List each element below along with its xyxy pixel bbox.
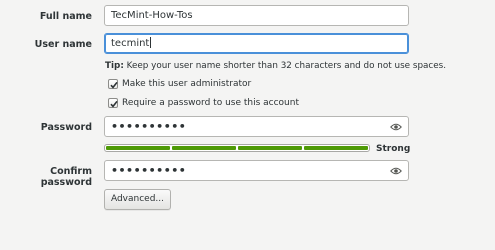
require-password-checkbox-label: Require a password to use this account: [122, 98, 299, 108]
strength-segment: [238, 146, 302, 150]
password-field[interactable]: ••••••••••: [104, 116, 409, 137]
strength-segment: [304, 146, 368, 150]
checkmark-icon: [110, 81, 118, 89]
eye-icon[interactable]: [390, 122, 402, 132]
password-strength-bar: [104, 144, 370, 152]
confirm-password-field[interactable]: ••••••••••: [104, 160, 409, 181]
password-value: ••••••••••: [111, 120, 187, 133]
advanced-button[interactable]: Advanced...: [104, 189, 171, 210]
password-strength-label: Strong: [376, 144, 411, 154]
strength-segment: [172, 146, 236, 150]
full-name-label: Full name: [39, 11, 92, 22]
user-name-field[interactable]: tecmint: [104, 33, 409, 54]
confirm-password-value: ••••••••••: [111, 164, 187, 177]
full-name-field[interactable]: TecMint-How-Tos: [104, 5, 409, 26]
tip-prefix: Tip:: [105, 61, 124, 71]
strength-segment: [106, 146, 170, 150]
admin-checkbox[interactable]: [108, 79, 118, 89]
admin-checkbox-label: Make this user administrator: [122, 79, 252, 89]
admin-checkbox-row[interactable]: Make this user administrator: [108, 79, 251, 89]
user-name-value: tecmint: [111, 38, 150, 49]
user-name-label: User name: [34, 39, 92, 50]
full-name-value: TecMint-How-Tos: [111, 10, 193, 21]
confirm-password-label: Confirm password: [40, 166, 92, 188]
tip-text: Keep your user name shorter than 32 char…: [123, 61, 447, 71]
text-caret: [150, 37, 152, 48]
eye-icon[interactable]: [390, 166, 402, 176]
password-label: Password: [40, 122, 92, 133]
username-tip: Tip: Keep your user name shorter than 32…: [105, 61, 446, 71]
require-password-checkbox-row[interactable]: Require a password to use this account: [108, 98, 299, 108]
checkmark-icon: [110, 100, 118, 108]
require-password-checkbox[interactable]: [108, 98, 118, 108]
